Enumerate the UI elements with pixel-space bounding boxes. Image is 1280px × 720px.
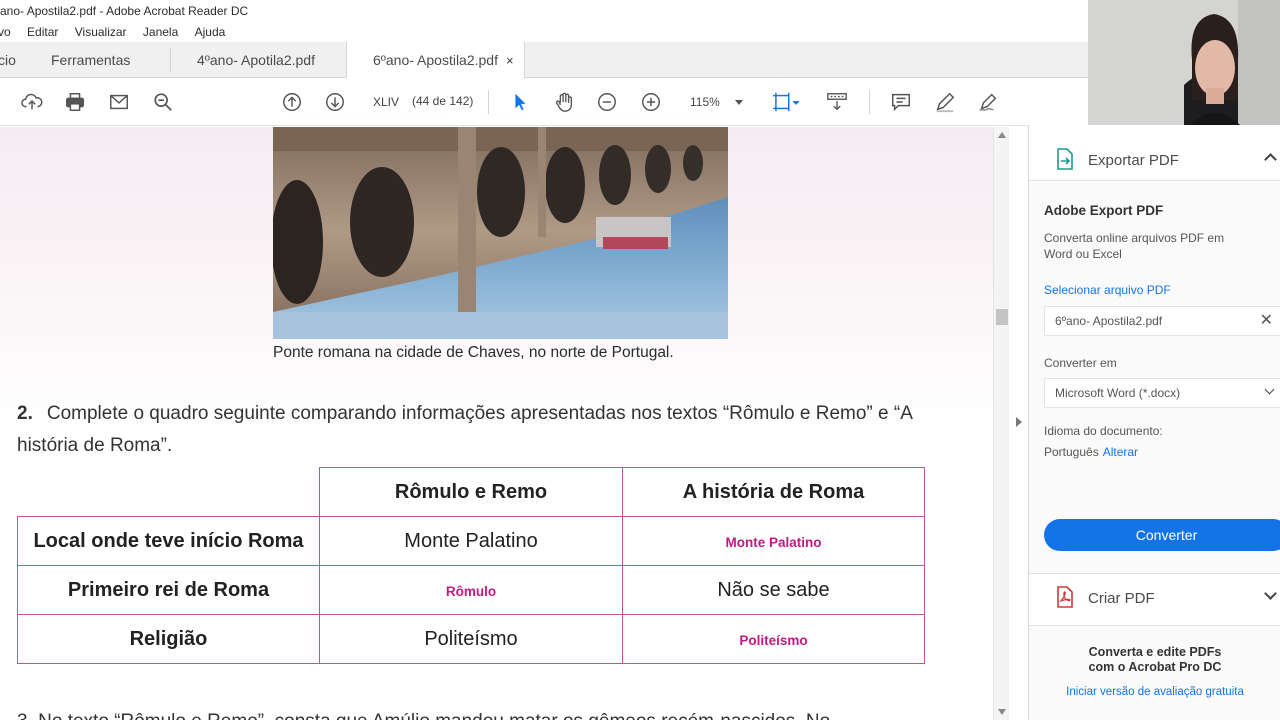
- menu-edit[interactable]: Editar: [27, 22, 58, 42]
- page-down-icon[interactable]: [323, 90, 347, 114]
- zoom-out-icon[interactable]: [595, 90, 619, 114]
- create-pdf-icon: [1057, 586, 1073, 608]
- answer-cell: Politeísmo: [739, 632, 808, 648]
- zoom-in-icon[interactable]: [639, 90, 663, 114]
- tab-tools[interactable]: Ferramentas: [51, 42, 130, 78]
- mail-icon[interactable]: [107, 90, 131, 114]
- zoom-value: 115%: [690, 95, 720, 109]
- table-header-row: Rômulo e Remo A história de Roma: [17, 467, 925, 517]
- acrobat-window: ano- Apostila2.pdf - Adobe Acrobat Reade…: [0, 0, 1280, 720]
- row-label: Religião: [17, 614, 320, 664]
- table-cell: Não se sabe: [622, 565, 925, 615]
- table-header-historia: A história de Roma: [622, 467, 925, 517]
- change-language-link[interactable]: Alterar: [1103, 445, 1138, 459]
- create-pdf-header[interactable]: Criar PDF: [1029, 574, 1280, 626]
- page-number-input[interactable]: XLIV: [368, 90, 404, 114]
- row-label: Local onde teve início Roma: [17, 516, 320, 566]
- chevron-down-icon: [1264, 587, 1277, 600]
- menu-view[interactable]: Visualizar: [75, 22, 127, 42]
- question-text: Complete o quadro seguinte comparando in…: [17, 403, 912, 456]
- sign-icon[interactable]: [976, 90, 1000, 114]
- export-pdf-header[interactable]: Exportar PDF: [1029, 125, 1280, 181]
- export-pdf-label: Exportar PDF: [1088, 152, 1179, 169]
- question-number: 2.: [17, 403, 33, 424]
- export-title: Adobe Export PDF: [1044, 203, 1164, 218]
- table-cell: Monte Palatino: [319, 516, 623, 566]
- zoom-select[interactable]: 115%: [683, 90, 751, 114]
- document-view[interactable]: Ponte romana na cidade de Chaves, no nor…: [0, 127, 993, 720]
- table-cell: Politeísmo: [319, 614, 623, 664]
- next-question-line: 3. No texto “Rômulo e Remo”, consta que …: [17, 711, 830, 720]
- print-icon[interactable]: [63, 90, 87, 114]
- tab-doc-6ano-label: 6ºano- Apostila2.pdf: [373, 52, 498, 68]
- export-pdf-icon: [1057, 148, 1073, 170]
- table-corner-cell: [17, 467, 320, 517]
- right-panel: Exportar PDF Adobe Export PDF Converta o…: [1028, 125, 1280, 720]
- find-icon[interactable]: [151, 90, 175, 114]
- question-2: 2. Complete o quadro seguinte comparando …: [17, 398, 947, 462]
- chevron-down-icon: [1264, 384, 1275, 395]
- create-pdf-label: Criar PDF: [1088, 590, 1155, 607]
- menu-file[interactable]: vo: [0, 22, 11, 42]
- convert-format-value: Microsoft Word (*.docx): [1055, 386, 1181, 400]
- highlight-icon[interactable]: [933, 90, 957, 114]
- document-language-value: Português: [1044, 445, 1099, 459]
- tab-home[interactable]: cio: [0, 42, 16, 78]
- fit-page-icon[interactable]: [769, 90, 803, 114]
- answer-cell: Monte Palatino: [725, 534, 822, 550]
- select-arrow-icon[interactable]: [508, 90, 532, 114]
- comment-icon[interactable]: [889, 90, 913, 114]
- promo-line-1: Converta e edite PDFs: [1088, 645, 1222, 659]
- scroll-up-icon[interactable]: [998, 132, 1006, 138]
- document-language-label: Idioma do documento:: [1044, 424, 1163, 438]
- page-up-icon[interactable]: [280, 90, 304, 114]
- menu-help[interactable]: Ajuda: [195, 22, 226, 42]
- bridge-photo: [273, 127, 728, 339]
- clear-file-icon[interactable]: ✕: [1260, 307, 1273, 335]
- table-header-romulo: Rômulo e Remo: [319, 467, 623, 517]
- convert-format-select[interactable]: Microsoft Word (*.docx): [1044, 378, 1280, 408]
- table-row: Local onde teve início Roma Monte Palati…: [17, 516, 925, 566]
- convert-to-label: Converter em: [1044, 356, 1117, 370]
- close-tab-icon[interactable]: ×: [506, 53, 514, 68]
- webcam-overlay: [1088, 0, 1280, 125]
- upload-icon[interactable]: [20, 90, 44, 114]
- selected-file-field[interactable]: 6ºano- Apostila2.pdf ✕: [1044, 306, 1280, 336]
- export-description: Converta online arquivos PDF em Word ou …: [1044, 231, 1225, 261]
- window-title: ano- Apostila2.pdf - Adobe Acrobat Reade…: [0, 0, 1088, 22]
- photo-caption: Ponte romana na cidade de Chaves, no nor…: [273, 344, 674, 361]
- selected-file-name: 6ºano- Apostila2.pdf: [1055, 314, 1163, 328]
- convert-button[interactable]: Converter: [1044, 519, 1280, 551]
- menu-window[interactable]: Janela: [143, 22, 178, 42]
- free-trial-link[interactable]: Iniciar versão de avaliação gratuita: [1029, 686, 1280, 698]
- document-language: Português Alterar: [1044, 445, 1138, 459]
- tab-doc-6ano[interactable]: 6ºano- Apostila2.pdf ×: [346, 42, 525, 79]
- collapse-panel-icon[interactable]: [1016, 417, 1022, 427]
- vertical-scrollbar[interactable]: [993, 127, 1009, 720]
- scroll-thumb[interactable]: [996, 309, 1008, 325]
- chevron-down-icon: [735, 100, 743, 105]
- tab-separator: [170, 48, 171, 72]
- page-count: (44 de 142): [412, 94, 474, 108]
- toolbar-separator-2: [869, 90, 870, 114]
- comparison-table: Rômulo e Remo A história de Roma Local o…: [17, 467, 925, 664]
- scroll-mode-icon[interactable]: [825, 90, 849, 114]
- answer-cell: Rômulo: [445, 583, 497, 599]
- toolbar: XLIV (44 de 142) 115%: [0, 78, 1028, 126]
- table-row: Religião Politeísmo Politeísmo: [17, 614, 925, 664]
- panel-collapse-strip: [1009, 127, 1028, 720]
- toolbar-separator: [488, 90, 489, 114]
- scroll-down-icon[interactable]: [998, 709, 1006, 715]
- promo-text: Converta e edite PDFs com o Acrobat Pro …: [1029, 645, 1280, 675]
- chevron-up-icon: [1264, 153, 1277, 166]
- row-label: Primeiro rei de Roma: [17, 565, 320, 615]
- menu-bar: vo Editar Visualizar Janela Ajuda: [0, 22, 1088, 42]
- tab-doc-4ano[interactable]: 4ºano- Apotila2.pdf: [197, 42, 315, 78]
- tab-bar: cio Ferramentas 4ºano- Apotila2.pdf 6ºan…: [0, 42, 1088, 79]
- select-file-link[interactable]: Selecionar arquivo PDF: [1044, 283, 1171, 297]
- promo-line-2: com o Acrobat Pro DC: [1088, 660, 1222, 674]
- table-row: Primeiro rei de Roma Rômulo Não se sabe: [17, 565, 925, 615]
- hand-icon[interactable]: [552, 90, 576, 114]
